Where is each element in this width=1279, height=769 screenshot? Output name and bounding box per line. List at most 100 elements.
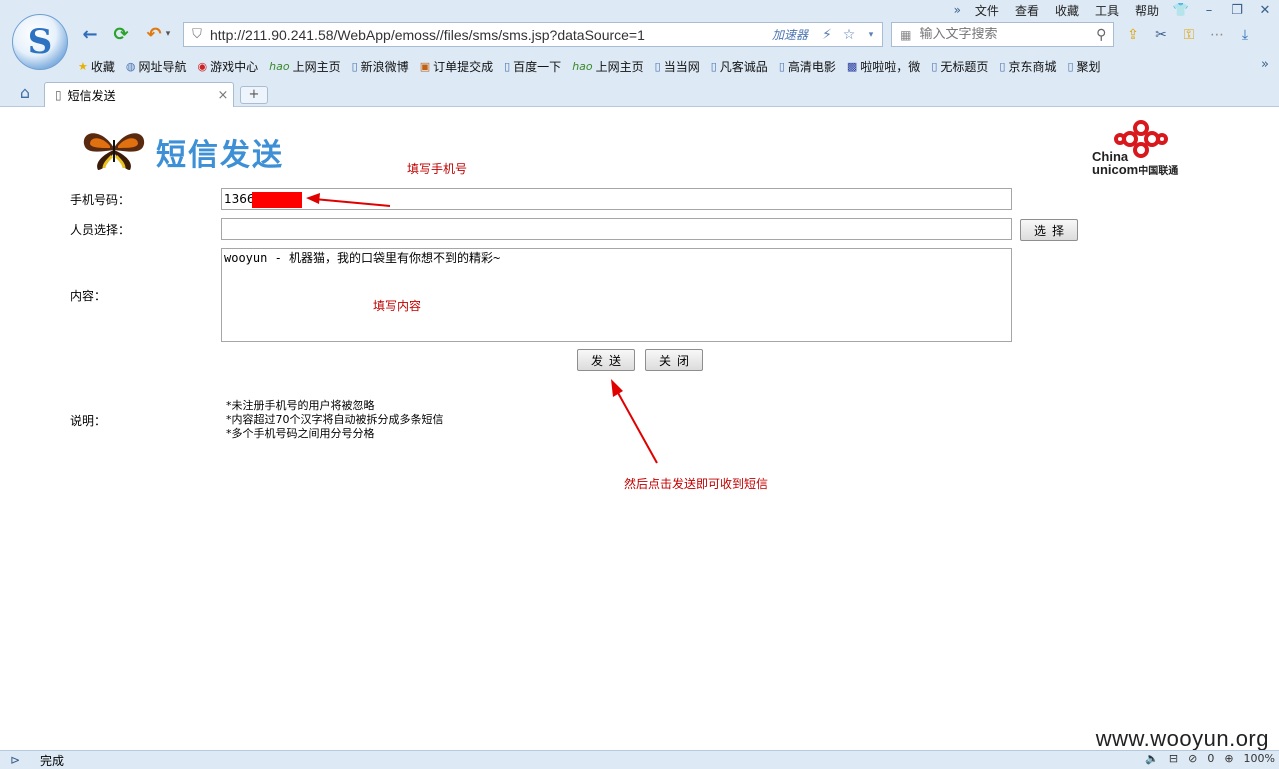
notes-label: 说明： <box>70 414 107 428</box>
order-icon: ▣ <box>419 59 431 73</box>
home-icon[interactable]: ⌂ <box>14 83 36 105</box>
fav-vancl[interactable]: ▯ 凡客诚品 <box>711 58 768 75</box>
menu-tools[interactable]: 工具 <box>1087 2 1127 19</box>
tab-row: ⌂ ▯ 短信发送 × + <box>0 81 1279 107</box>
status-icons: 🔈 ⊟ ⊘ 0 ⊕ 100% <box>1145 752 1275 765</box>
tab-sms[interactable]: ▯ 短信发送 × <box>44 82 234 107</box>
phone-label: 手机号码： <box>70 193 131 207</box>
network-icon[interactable]: ⊟ <box>1169 752 1178 765</box>
search-icon[interactable]: ⚲ <box>1089 27 1113 43</box>
search-box[interactable]: ▦ ⚲ <box>891 22 1114 47</box>
search-engine-icon[interactable]: ▦ <box>892 28 919 42</box>
adblock-count: 0 <box>1207 752 1215 765</box>
page-icon: ▯ <box>55 88 62 102</box>
volume-icon[interactable]: 🔈 <box>1145 752 1159 765</box>
china-unicom-logo: China unicom中国联通 <box>1092 120 1204 180</box>
close-window-button[interactable]: ✕ <box>1251 3 1279 18</box>
person-input[interactable] <box>221 218 1012 240</box>
fav-hao2[interactable]: hao 上网主页 <box>572 58 643 75</box>
fav-hao[interactable]: hao 上网主页 <box>269 58 340 75</box>
url-text[interactable]: http://211.90.241.58/WebApp/emoss//files… <box>210 27 772 43</box>
note-item: *内容超过70个汉字将自动被拆分成多条短信 <box>226 413 444 426</box>
more-icon[interactable]: ⋯ <box>1206 24 1228 46</box>
logo-s-icon: S <box>27 22 53 62</box>
fav-nav[interactable]: ◍ 网址导航 <box>126 58 187 75</box>
fav-label: 聚划 <box>1076 59 1101 74</box>
fav-lalala[interactable]: ▩ 啦啦啦，微 <box>847 58 920 75</box>
page-icon: ▯ <box>778 59 785 73</box>
lightning-icon[interactable]: ⚡ <box>816 27 838 43</box>
menu-favorites[interactable]: 收藏 <box>1047 2 1087 19</box>
fav-label: 订单提交成 <box>433 59 494 74</box>
page-icon: ▯ <box>504 59 511 73</box>
page-icon: ▯ <box>351 59 358 73</box>
fav-untitled[interactable]: ▯ 无标题页 <box>931 58 988 75</box>
fav-juhua[interactable]: ▯ 聚划 <box>1067 58 1100 75</box>
annotation-send-hint: 然后点击发送即可收到短信 <box>624 477 769 491</box>
zoom-level[interactable]: 100% <box>1244 752 1275 765</box>
menu-view[interactable]: 查看 <box>1007 2 1047 19</box>
fav-jd[interactable]: ▯ 京东商城 <box>999 58 1056 75</box>
fav-label: 新浪微博 <box>360 59 409 74</box>
download-icon[interactable]: ⤓ <box>1234 24 1256 46</box>
undo-dropdown-icon[interactable]: ▾ <box>162 22 174 46</box>
fav-order[interactable]: ▣ 订单提交成 <box>420 58 493 75</box>
address-dropdown-icon[interactable]: ▾ <box>860 30 882 40</box>
fav-label: 当当网 <box>663 59 700 74</box>
favorites-bar: ★ 收藏 ◍ 网址导航 ◉ 游戏中心 hao 上网主页 ▯ 新浪微博 ▣ 订单提交成 ▯ 百度… <box>78 56 1112 76</box>
address-bar[interactable]: ⛉ http://211.90.241.58/WebApp/emoss//fil… <box>183 22 883 47</box>
menu-expand-icon[interactable]: » <box>948 3 967 17</box>
accelerator-label[interactable]: 加速器 <box>772 26 816 43</box>
close-tab-icon[interactable]: × <box>213 88 233 103</box>
hao-icon: hao <box>269 59 290 73</box>
fav-baidu[interactable]: ▯ 百度一下 <box>504 58 561 75</box>
browser-chrome: » 文件 查看 收藏 工具 帮助 👕 – ❐ ✕ S ← ⟳ ↶ ▾ ⛉ htt… <box>0 0 1279 107</box>
globe-icon: ◍ <box>125 59 136 73</box>
content-textarea[interactable]: wooyun - 机器猫，我的口袋里有你想不到的精彩~ <box>221 248 1012 342</box>
browser-logo[interactable]: S <box>12 14 68 70</box>
fav-dangdang[interactable]: ▯ 当当网 <box>655 58 700 75</box>
status-text: 完成 <box>40 753 65 768</box>
adblock-icon[interactable]: ⊘ <box>1188 752 1197 765</box>
close-button[interactable]: 关闭 <box>645 349 703 371</box>
back-icon[interactable]: ← <box>78 22 102 46</box>
select-button[interactable]: 选择 <box>1020 219 1078 241</box>
shield-icon: ⛉ <box>192 27 202 42</box>
hao-icon: hao <box>572 59 593 73</box>
menu-file[interactable]: 文件 <box>967 2 1007 19</box>
annotation-arrow-send <box>611 379 658 464</box>
page-icon: ▯ <box>999 59 1006 73</box>
share-icon[interactable]: ⇪ <box>1122 24 1144 46</box>
annotation-arrow-phone <box>306 193 391 207</box>
annotation-phone-hint: 填写手机号 <box>407 162 468 176</box>
butterfly-icon <box>83 133 145 170</box>
watermark: www.wooyun.org <box>1095 726 1269 751</box>
fav-weibo[interactable]: ▯ 新浪微博 <box>352 58 409 75</box>
search-input[interactable] <box>919 27 1090 42</box>
fav-label: 无标题页 <box>940 59 989 74</box>
skin-icon[interactable]: 👕 <box>1167 3 1195 18</box>
page-icon: ▯ <box>1067 59 1074 73</box>
favorites-more-icon[interactable]: » <box>1261 57 1269 72</box>
refresh-icon[interactable]: ⟳ <box>109 22 133 46</box>
game-icon: ◉ <box>197 59 208 73</box>
star-icon[interactable]: ☆ <box>838 27 860 43</box>
restore-button[interactable]: ❐ <box>1223 3 1251 18</box>
menu-help[interactable]: 帮助 <box>1127 2 1167 19</box>
send-button[interactable]: 发送 <box>577 349 635 371</box>
fav-label: 百度一下 <box>513 59 562 74</box>
scissors-icon[interactable]: ✂ <box>1150 24 1172 46</box>
fav-movies[interactable]: ▯ 高清电影 <box>779 58 836 75</box>
redaction-block <box>252 192 302 208</box>
fav-label: 凡客诚品 <box>719 59 768 74</box>
fav-label: 啦啦啦，微 <box>860 59 921 74</box>
fav-games[interactable]: ◉ 游戏中心 <box>198 58 259 75</box>
key-icon[interactable]: ⚿ <box>1178 24 1200 46</box>
fav-label: 上网主页 <box>292 59 341 74</box>
new-tab-button[interactable]: + <box>240 86 268 104</box>
zoom-icon[interactable]: ⊕ <box>1224 752 1233 765</box>
minimize-button[interactable]: – <box>1195 3 1223 18</box>
sidebar-toggle-icon[interactable]: ⊳ <box>0 753 30 767</box>
fav-collect[interactable]: ★ 收藏 <box>78 58 115 75</box>
notes-list: *未注册手机号的用户将被忽略 *内容超过70个汉字将自动被拆分成多条短信 *多个… <box>226 399 444 441</box>
